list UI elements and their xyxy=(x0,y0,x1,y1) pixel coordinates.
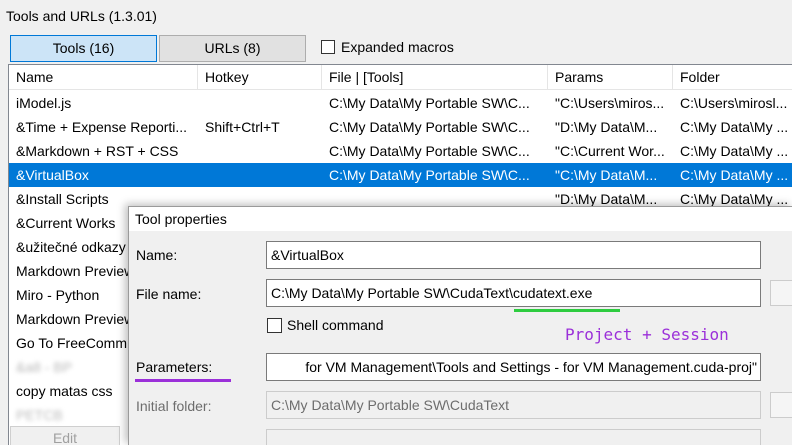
table-row[interactable]: &Markdown + RST + CSS C:\My Data\My Port… xyxy=(9,139,792,163)
cell-file: C:\My Data\My Portable SW\C... xyxy=(329,119,530,135)
cell-hotkey xyxy=(198,163,322,187)
parameters-field[interactable]: for VM Management\Tools and Settings - f… xyxy=(266,353,761,381)
tab-tools[interactable]: Tools (16) xyxy=(10,35,157,62)
initial-folder-field[interactable]: C:\My Data\My Portable SW\CudaText xyxy=(266,391,761,419)
cell-hotkey xyxy=(198,91,322,115)
dialog-title: Tool properties xyxy=(135,211,227,227)
column-header-file[interactable]: File | [Tools] xyxy=(322,65,548,90)
cell-file: C:\My Data\My Portable SW\C... xyxy=(329,167,530,183)
tab-urls[interactable]: URLs (8) xyxy=(159,35,306,62)
cell-hotkey: Shift+Ctrl+T xyxy=(205,119,280,135)
file-name-field[interactable]: C:\My Data\My Portable SW\CudaText\cudat… xyxy=(266,279,761,307)
tools-and-urls-window: Tools and URLs (1.3.01) Tools (16) URLs … xyxy=(0,0,792,445)
cell-folder: C:\My Data\My ... xyxy=(680,119,789,135)
name-label: Name: xyxy=(136,247,178,263)
shell-command-checkbox[interactable] xyxy=(267,318,282,333)
expanded-macros-checkbox[interactable] xyxy=(321,40,335,54)
cell-params: "C:\Current Wor... xyxy=(555,143,665,159)
dialog-titlebar: Tool properties xyxy=(129,207,792,231)
file-name-label: File name: xyxy=(136,286,202,302)
annotation-project-session: Project + Session xyxy=(565,325,729,344)
expanded-macros-label[interactable]: Expanded macros xyxy=(341,39,454,55)
column-header-folder[interactable]: Folder xyxy=(673,65,792,90)
initial-folder-label: Initial folder: xyxy=(136,398,212,414)
cell-file: C:\My Data\My Portable SW\C... xyxy=(329,143,530,159)
cell-folder: C:\My Data\My ... xyxy=(680,143,789,159)
column-header-hotkey[interactable]: Hotkey xyxy=(198,65,322,90)
cell-folder: C:\Users\mirosl... xyxy=(680,95,788,111)
table-row[interactable]: &Time + Expense Reporti... Shift+Ctrl+T … xyxy=(9,115,792,139)
list-header: Name Hotkey File | [Tools] Params Folder xyxy=(9,65,792,90)
cell-name: iModel.js xyxy=(16,95,72,111)
column-header-name[interactable]: Name xyxy=(9,65,198,90)
next-field-partial[interactable] xyxy=(266,429,761,445)
edit-button[interactable]: Edit xyxy=(10,426,120,445)
cell-params: "D:\My Data\M... xyxy=(555,119,658,135)
parameters-label: Parameters: xyxy=(136,359,213,375)
cell-params: "C:\Users\miros... xyxy=(555,95,665,111)
cell-name: &Markdown + RST + CSS xyxy=(16,143,179,159)
table-row-selected[interactable]: &VirtualBox C:\My Data\My Portable SW\C.… xyxy=(9,163,792,187)
browse-folder-button[interactable] xyxy=(770,392,792,418)
cell-file: C:\My Data\My Portable SW\C... xyxy=(329,95,530,111)
name-field[interactable]: &VirtualBox xyxy=(266,241,761,269)
parameters-highlight-underline xyxy=(135,379,231,382)
window-title: Tools and URLs (1.3.01) xyxy=(6,8,157,24)
shell-command-label[interactable]: Shell command xyxy=(287,317,384,333)
table-row[interactable]: iModel.js C:\My Data\My Portable SW\C...… xyxy=(9,91,792,115)
cell-params: "C:\My Data\M... xyxy=(555,167,658,183)
column-header-params[interactable]: Params xyxy=(548,65,673,90)
cell-name: &Time + Expense Reporti... xyxy=(16,119,188,135)
cell-hotkey xyxy=(198,139,322,163)
tool-properties-dialog: Tool properties Name: &VirtualBox File n… xyxy=(128,206,792,445)
browse-file-button[interactable] xyxy=(770,280,792,306)
cell-folder: C:\My Data\My ... xyxy=(680,167,789,183)
cell-name: &VirtualBox xyxy=(16,167,89,183)
file-name-highlight-underline xyxy=(514,309,620,312)
